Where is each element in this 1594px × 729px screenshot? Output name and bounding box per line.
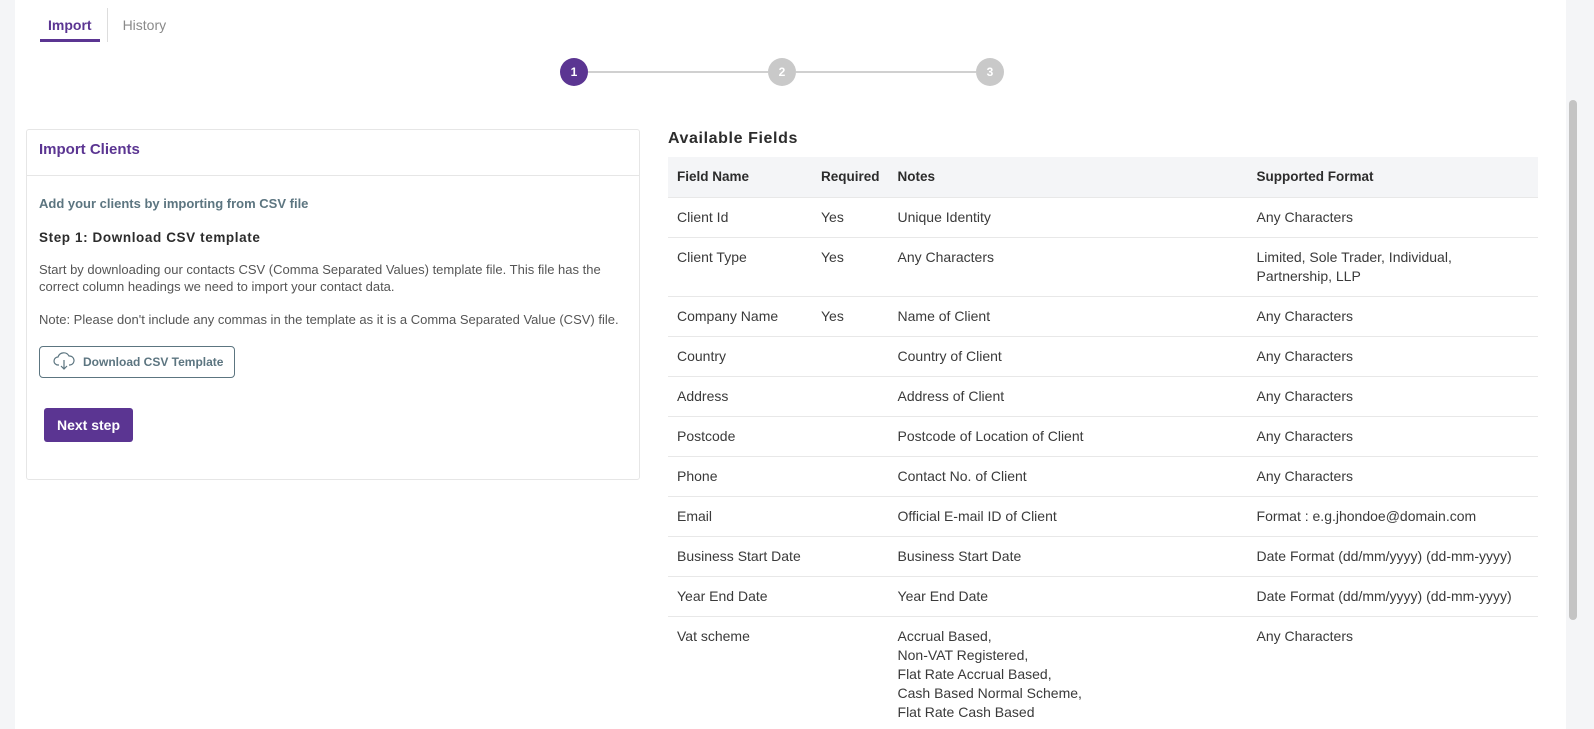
table-cell: Accrual Based, Non-VAT Registered, Flat … bbox=[888, 615, 1248, 729]
table-cell: Limited, Sole Trader, Individual, Partne… bbox=[1247, 236, 1538, 296]
import-page: Import History 1 2 3 Import Clients Add … bbox=[15, 0, 1580, 729]
table-cell: Date Format (dd/mm/yyyy) (dd-mm-yyyy) bbox=[1247, 575, 1538, 616]
available-fields-body: Client Id Yes Unique Identity Any Character… bbox=[668, 196, 1538, 729]
table-row: Address Address of Client Any Characters bbox=[668, 375, 1538, 416]
download-csv-template-button[interactable]: Download CSV Template bbox=[39, 346, 236, 378]
table-cell: Yes bbox=[812, 295, 889, 336]
card-title: Import Clients bbox=[39, 141, 140, 158]
table-cell: Any Characters bbox=[1247, 455, 1538, 496]
table-cell bbox=[812, 335, 889, 376]
table-cell: Business Start Date bbox=[668, 535, 812, 576]
import-subtitle: Add your clients by importing from CSV f… bbox=[39, 196, 309, 211]
import-clients-card: Import Clients Add your clients by impor… bbox=[26, 129, 640, 480]
available-fields-section: Available Fields Field Name Required Not… bbox=[668, 130, 1538, 729]
table-cell bbox=[812, 575, 889, 616]
table-cell: Client Id bbox=[668, 196, 812, 237]
table-cell bbox=[812, 455, 889, 496]
table-cell: Postcode bbox=[668, 415, 812, 456]
column-header-field-name: Field Name bbox=[677, 169, 750, 185]
table-cell: Contact No. of Client bbox=[888, 455, 1248, 496]
template-description: Start by downloading our contacts CSV (C… bbox=[39, 262, 601, 294]
table-cell: Any Characters bbox=[1247, 615, 1538, 729]
template-note: Note: Please don't include any commas in… bbox=[39, 312, 619, 327]
table-cell: Any Characters bbox=[1247, 295, 1538, 336]
table-cell: Any Characters bbox=[1247, 196, 1538, 237]
table-cell: Yes bbox=[812, 236, 889, 296]
column-header-notes: Notes bbox=[897, 169, 936, 185]
table-cell: Postcode of Location of Client bbox=[888, 415, 1248, 456]
available-fields-table: Field Name Required Notes Supported Form… bbox=[668, 157, 1538, 729]
table-cell bbox=[812, 535, 889, 576]
table-cell bbox=[812, 615, 889, 729]
tab-bar: Import History bbox=[40, 8, 174, 42]
step-1-indicator[interactable]: 1 bbox=[560, 58, 588, 86]
table-row: Country Country of Client Any Characters bbox=[668, 335, 1538, 376]
table-cell: Phone bbox=[668, 455, 812, 496]
stepper-connector bbox=[588, 71, 768, 73]
download-csv-template-label: Download CSV Template bbox=[83, 355, 224, 369]
table-cell: Country bbox=[668, 335, 812, 376]
table-cell: Company Name bbox=[668, 295, 812, 336]
table-cell: Country of Client bbox=[888, 335, 1248, 376]
next-step-button[interactable]: Next step bbox=[44, 408, 134, 442]
table-row: Email Official E-mail ID of Client Format … bbox=[668, 495, 1538, 536]
cloud-download-icon bbox=[53, 351, 83, 373]
table-cell: Year End Date bbox=[888, 575, 1248, 616]
table-row: Company Name Yes Name of Client Any Charac… bbox=[668, 295, 1538, 336]
table-cell: Any Characters bbox=[1247, 415, 1538, 456]
table-cell: Format : e.g.jhondoe@domain.com bbox=[1247, 495, 1538, 536]
table-cell bbox=[812, 415, 889, 456]
card-header: Import Clients bbox=[27, 130, 639, 176]
table-cell: Email bbox=[668, 495, 812, 536]
scrollbar-thumb[interactable] bbox=[1569, 100, 1577, 620]
table-cell: Date Format (dd/mm/yyyy) (dd-mm-yyyy) bbox=[1247, 535, 1538, 576]
table-cell: Yes bbox=[812, 196, 889, 237]
tab-import[interactable]: Import bbox=[40, 8, 100, 42]
table-cell: Any Characters bbox=[1247, 375, 1538, 416]
table-row: Year End Date Year End Date Date Format (… bbox=[668, 575, 1538, 616]
column-header-required: Required bbox=[821, 169, 880, 185]
tab-history[interactable]: History bbox=[115, 8, 175, 42]
table-cell: Client Type bbox=[668, 236, 812, 296]
step-2-indicator[interactable]: 2 bbox=[768, 58, 796, 86]
table-row: Client Id Yes Unique Identity Any Character… bbox=[668, 196, 1538, 237]
table-cell bbox=[812, 375, 889, 416]
column-header-supported-format: Supported Format bbox=[1256, 169, 1374, 185]
page-scrollbar[interactable] bbox=[1566, 0, 1580, 729]
step-3-indicator[interactable]: 3 bbox=[976, 58, 1004, 86]
table-header-row: Field Name Required Notes Supported Form… bbox=[668, 157, 1538, 197]
table-cell: Any Characters bbox=[888, 236, 1248, 296]
table-row: Postcode Postcode of Location of Client A… bbox=[668, 415, 1538, 456]
table-cell: Name of Client bbox=[888, 295, 1248, 336]
table-row: Vat scheme Accrual Based, Non-VAT Registe… bbox=[668, 615, 1538, 729]
card-body: Add your clients by importing from CSV f… bbox=[27, 176, 639, 462]
table-cell: Official E-mail ID of Client bbox=[888, 495, 1248, 536]
table-cell: Address bbox=[668, 375, 812, 416]
table-cell: Unique Identity bbox=[888, 196, 1248, 237]
table-cell bbox=[812, 495, 889, 536]
import-stepper: 1 2 3 bbox=[560, 58, 1006, 88]
table-cell: Vat scheme bbox=[668, 615, 812, 729]
table-row: Business Start Date Business Start Date D… bbox=[668, 535, 1538, 576]
table-cell: Business Start Date bbox=[888, 535, 1248, 576]
table-cell: Address of Client bbox=[888, 375, 1248, 416]
available-fields-title: Available Fields bbox=[668, 130, 798, 147]
table-row: Phone Contact No. of Client Any Character… bbox=[668, 455, 1538, 496]
table-cell: Any Characters bbox=[1247, 335, 1538, 376]
table-cell: Year End Date bbox=[668, 575, 812, 616]
step-heading: Step 1: Download CSV template bbox=[39, 230, 261, 245]
table-row: Client Type Yes Any Characters Limited, So… bbox=[668, 236, 1538, 296]
stepper-connector bbox=[796, 71, 976, 73]
tab-divider bbox=[106, 8, 108, 42]
